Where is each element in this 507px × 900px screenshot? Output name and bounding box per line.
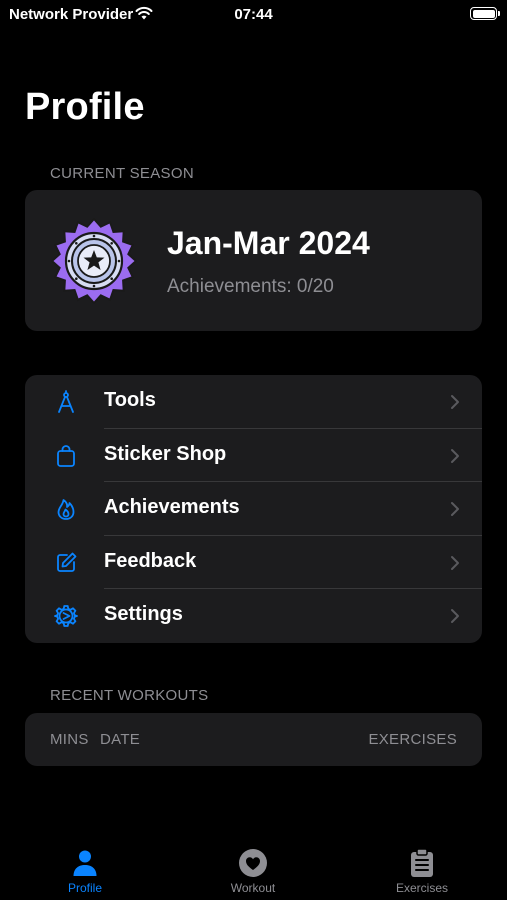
edit-square-icon [57, 552, 77, 572]
column-header-mins[interactable]: MINS [50, 731, 89, 748]
menu-item-sticker-shop[interactable]: Sticker Shop [25, 429, 482, 483]
current-season-label: CURRENT SEASON [50, 165, 194, 182]
tab-bar: Profile Workout Exercises [0, 836, 507, 900]
clipboard-icon [411, 848, 433, 877]
season-name: Jan-Mar 2024 [167, 225, 370, 261]
tab-label: Profile [67, 881, 102, 895]
recent-workouts-table-header: MINS DATE EXERCISES [25, 713, 482, 766]
menu-item-label: Tools [104, 389, 156, 411]
menu-item-feedback[interactable]: Feedback [25, 536, 482, 590]
flame-icon [57, 499, 75, 521]
recent-workouts-label: RECENT WORKOUTS [50, 687, 209, 704]
season-achievements-count: Achievements: 0/20 [167, 276, 334, 297]
chevron-right-icon [451, 609, 459, 624]
status-time: 07:44 [234, 6, 273, 23]
menu-item-tools[interactable]: Tools [25, 375, 482, 429]
compass-tool-icon [58, 390, 74, 413]
menu-item-label: Achievements [104, 496, 240, 519]
chevron-right-icon [451, 395, 459, 409]
heart-circle-icon [239, 849, 267, 877]
column-header-date[interactable]: DATE [100, 731, 140, 748]
menu-item-achievements[interactable]: Achievements [25, 482, 482, 536]
chevron-right-icon [451, 555, 459, 570]
chevron-right-icon [451, 502, 459, 517]
shopping-bag-icon [57, 444, 75, 467]
page-title: Profile [25, 86, 145, 128]
tab-exercises[interactable]: Exercises [362, 836, 482, 895]
tab-label: Workout [230, 881, 276, 895]
gear-icon [54, 605, 78, 628]
tab-workout[interactable]: Workout [193, 836, 313, 895]
chevron-right-icon [451, 448, 459, 463]
menu-item-label: Sticker Shop [104, 442, 227, 465]
tab-label: Exercises [395, 881, 448, 895]
profile-menu: Tools Sticker Shop Achievements Feedback [25, 375, 482, 643]
menu-item-settings[interactable]: Settings [25, 589, 482, 643]
tab-profile[interactable]: Profile [25, 836, 145, 895]
column-header-exercises[interactable]: EXERCISES [368, 731, 457, 748]
menu-item-label: Feedback [104, 549, 197, 572]
person-icon [73, 850, 97, 876]
season-badge-icon [51, 218, 137, 304]
status-bar: Network Provider 07:44 [0, 0, 507, 30]
battery-icon [470, 7, 500, 20]
current-season-card[interactable]: Jan-Mar 2024 Achievements: 0/20 [25, 190, 482, 331]
menu-item-label: Settings [104, 603, 183, 626]
